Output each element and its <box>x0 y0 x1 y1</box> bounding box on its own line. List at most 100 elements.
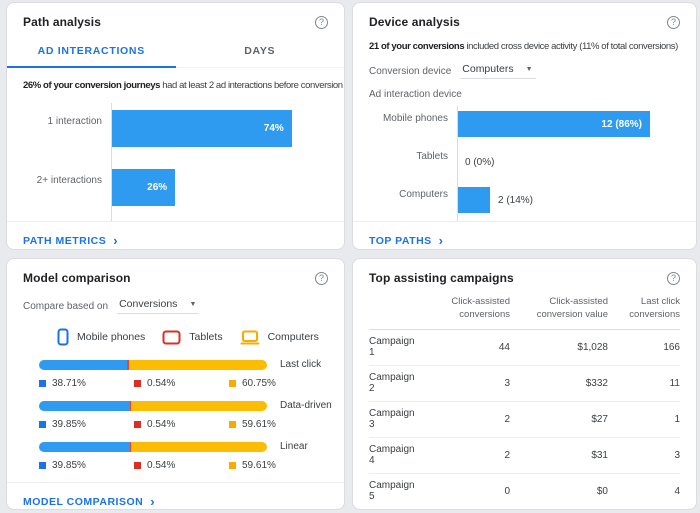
chart-plot-area: 12 (86%) 0 (0%) 2 (14%) <box>457 106 680 221</box>
bar-row-mobile-phones: 12 (86%) <box>458 111 680 137</box>
top-assisting-campaigns-card: Top assisting campaigns ? Click-assisted… <box>352 258 697 510</box>
ad-interaction-device-label: Ad interaction device <box>353 83 696 102</box>
model-group-last-click: Last click 38.71% 0.54% 60.75% <box>23 359 328 389</box>
cell-value: 4 <box>608 473 680 509</box>
model-label: Data-driven <box>280 400 332 411</box>
model-comparison-footer: MODEL COMPARISON› <box>7 482 344 510</box>
bar-row-tablets: 0 (0%) <box>458 149 680 175</box>
blue-square-icon <box>39 421 46 428</box>
mobile-phone-icon <box>57 328 69 346</box>
model-comparison-title: Model comparison <box>23 271 131 285</box>
red-square-icon <box>134 462 141 469</box>
legend-label: Tablets <box>189 331 222 343</box>
bar-row-computers: 2 (14%) <box>458 187 680 213</box>
table-row: Campaign 3 2 $27 1 <box>369 401 680 437</box>
table-row: Campaign 4 2 $31 3 <box>369 437 680 473</box>
compare-based-on-row: Compare based on Conversions ▼ <box>7 291 344 318</box>
segment-values-row: 39.85% 0.54% 59.61% <box>23 419 328 430</box>
cell-value: $332 <box>510 365 608 401</box>
header-click-assisted-conversions: Click-assisted conversions <box>418 293 510 329</box>
dashboard-grid: Path analysis ? AD INTERACTIONS DAYS 26%… <box>0 0 700 510</box>
blue-square-icon <box>39 380 46 387</box>
value-computers: 59.61% <box>229 419 324 430</box>
legend-label: Mobile phones <box>77 331 145 343</box>
value-computers: 60.75% <box>229 378 324 389</box>
value-label: 0.54% <box>147 419 175 430</box>
bar-computers <box>458 187 490 213</box>
device-analysis-card: Device analysis ? 21 of your conversions… <box>352 2 697 250</box>
segment-mobile <box>39 360 127 370</box>
description-rest: had at least 2 ad interactions before co… <box>160 80 343 91</box>
conversion-device-selector-row: Conversion device Computers ▼ <box>353 56 696 83</box>
cell-value: 1 <box>608 401 680 437</box>
campaigns-table: Click-assisted conversions Click-assiste… <box>369 293 680 510</box>
table-row: Campaign 2 3 $332 11 <box>369 365 680 401</box>
help-icon[interactable]: ? <box>667 16 680 29</box>
value-tablets: 0.54% <box>134 460 229 471</box>
legend-label: Computers <box>268 331 319 343</box>
value-mobile: 38.71% <box>39 378 134 389</box>
bar-1-interaction: 74% <box>112 110 292 147</box>
dropdown-value: Conversions <box>119 298 177 310</box>
tab-ad-interactions[interactable]: AD INTERACTIONS <box>7 37 176 67</box>
path-metrics-link[interactable]: PATH METRICS› <box>23 235 118 247</box>
category-label: Computers <box>353 182 448 208</box>
tab-days[interactable]: DAYS <box>176 37 345 67</box>
device-analysis-description: 21 of your conversions included cross de… <box>353 35 696 56</box>
chevron-down-icon: ▼ <box>526 66 533 73</box>
header-last-click-conversions: Last click conversions <box>608 293 680 329</box>
value-mobile: 39.85% <box>39 460 134 471</box>
model-label: Last click <box>280 359 321 370</box>
campaigns-table-wrap: Click-assisted conversions Click-assiste… <box>353 291 696 510</box>
category-label: 2+ interactions <box>7 162 102 199</box>
value-label: 39.85% <box>52 419 86 430</box>
legend-item-computers: Computers <box>240 330 319 345</box>
value-label: 38.71% <box>52 378 86 389</box>
conversion-device-dropdown[interactable]: Computers ▼ <box>460 63 535 79</box>
link-label: PATH METRICS <box>23 235 106 247</box>
help-icon[interactable]: ? <box>315 272 328 285</box>
model-comparison-header: Model comparison ? <box>7 259 344 291</box>
campaign-name: Campaign 1 <box>369 329 418 365</box>
description-rest: included cross device activity (11% of t… <box>464 41 678 52</box>
top-assisting-title: Top assisting campaigns <box>369 271 514 285</box>
stacked-bar <box>39 360 267 370</box>
table-row: Campaign 5 0 $0 4 <box>369 473 680 509</box>
chart-category-labels: Mobile phones Tablets Computers <box>353 106 457 221</box>
model-comparison-link[interactable]: MODEL COMPARISON› <box>23 496 155 508</box>
help-icon[interactable]: ? <box>315 16 328 29</box>
cell-value: $0 <box>510 473 608 509</box>
bar-mobile-phones: 12 (86%) <box>458 111 650 137</box>
cell-value: 2 <box>418 401 510 437</box>
path-analysis-header: Path analysis ? <box>7 3 344 35</box>
device-analysis-footer: TOP PATHS› <box>353 221 696 250</box>
bar-value-label: 12 (86%) <box>601 119 642 130</box>
device-legend: Mobile phones Tablets Computers <box>7 318 344 359</box>
value-label: 0.54% <box>147 460 175 471</box>
segment-mobile <box>39 401 130 411</box>
campaign-name: Campaign 4 <box>369 437 418 473</box>
compare-metric-dropdown[interactable]: Conversions ▼ <box>117 298 199 314</box>
stacked-bar-row: Last click <box>23 359 328 370</box>
chart-plot-area: 74% 26% <box>111 103 328 221</box>
description-bold: 21 of your conversions <box>369 41 464 52</box>
yellow-square-icon <box>229 462 236 469</box>
description-bold: 26% of your conversion journeys <box>23 80 160 91</box>
cell-value: 166 <box>608 329 680 365</box>
chevron-down-icon: ▼ <box>189 301 196 308</box>
table-row: Campaign 1 44 $1,028 166 <box>369 329 680 365</box>
cell-value: $27 <box>510 401 608 437</box>
value-label: 0.54% <box>147 378 175 389</box>
help-icon[interactable]: ? <box>667 272 680 285</box>
top-paths-link[interactable]: TOP PATHS› <box>369 235 444 247</box>
value-label: 59.61% <box>242 419 276 430</box>
chevron-right-icon: › <box>439 236 444 246</box>
campaign-name: Campaign 3 <box>369 401 418 437</box>
red-square-icon <box>134 421 141 428</box>
category-label: Mobile phones <box>353 106 448 132</box>
model-comparison-chart: Last click 38.71% 0.54% 60.75% Data-driv… <box>7 359 344 482</box>
laptop-icon <box>240 330 260 345</box>
cell-value: 3 <box>608 437 680 473</box>
model-label: Linear <box>280 441 308 452</box>
cell-value: $1,028 <box>510 329 608 365</box>
